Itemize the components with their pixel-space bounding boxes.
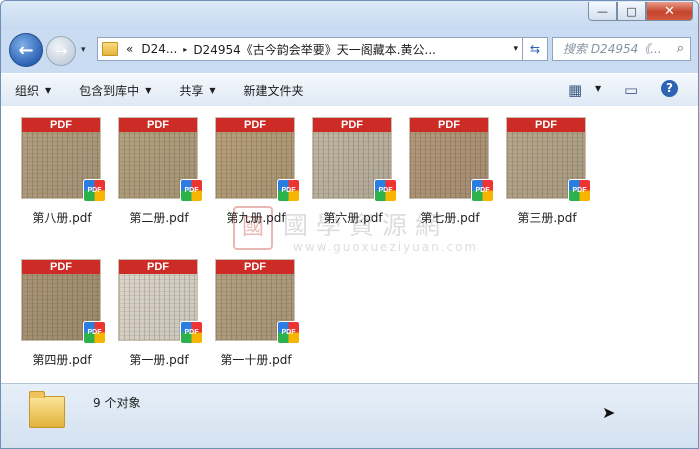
pdf-app-icon: PDF (83, 321, 106, 344)
new-folder-label: 新建文件夹 (243, 83, 304, 98)
explorer-window: — □ ✕ ← → ▾ « D24... ▸ D24954《古今韵会举要》天一阁… (0, 0, 699, 449)
file-item[interactable]: PDF PDF 第九册.pdf (210, 112, 302, 227)
pdf-band: PDF (410, 118, 488, 132)
preview-pane-icon[interactable]: ▭ (624, 81, 638, 99)
file-name[interactable]: 第四册.pdf (6, 351, 118, 368)
file-name[interactable]: 第一册.pdf (103, 351, 215, 368)
pdf-band: PDF (313, 118, 391, 132)
details-pane: 9 个对象 ➤ (1, 383, 698, 448)
pdf-app-icon: PDF (471, 179, 494, 202)
file-item[interactable]: PDF PDF 第七册.pdf (404, 112, 496, 227)
navigation-bar: ← → ▾ « D24... ▸ D24954《古今韵会举要》天一阁藏本.黄公.… (1, 29, 698, 71)
help-icon[interactable]: ? (661, 80, 678, 97)
pdf-app-icon: PDF (277, 179, 300, 202)
file-item[interactable]: PDF PDF 第六册.pdf (307, 112, 399, 227)
include-in-library-menu[interactable]: 包含到库中 ▼ (79, 82, 151, 99)
change-view-icon[interactable]: ▦ (568, 81, 582, 99)
title-bar: — □ ✕ (1, 1, 698, 29)
include-library-label: 包含到库中 (79, 83, 140, 98)
file-name[interactable]: 第二册.pdf (103, 209, 215, 226)
share-menu[interactable]: 共享 ▼ (179, 82, 215, 99)
watermark-url: www.guoxueziyuan.com (293, 240, 479, 254)
folder-icon (29, 391, 65, 428)
pdf-band: PDF (22, 118, 100, 132)
pdf-band: PDF (507, 118, 585, 132)
address-dropdown-icon[interactable]: ▾ (513, 44, 518, 54)
pdf-band: PDF (216, 118, 294, 132)
search-box[interactable]: ⌕ (552, 37, 691, 61)
pdf-band: PDF (119, 260, 197, 274)
pdf-band: PDF (216, 260, 294, 274)
back-button[interactable]: ← (9, 33, 43, 67)
close-button[interactable]: ✕ (646, 2, 693, 21)
search-input[interactable] (561, 41, 675, 57)
organize-menu[interactable]: 组织 ▼ (15, 82, 51, 99)
file-item[interactable]: PDF PDF 第一十册.pdf (210, 254, 302, 369)
file-item[interactable]: PDF PDF 第三册.pdf (501, 112, 593, 227)
pdf-band: PDF (119, 118, 197, 132)
chevron-down-icon: ▼ (209, 85, 216, 95)
command-toolbar: 组织 ▼ 包含到库中 ▼ 共享 ▼ 新建文件夹 ▦ ▼ ▭ ? (1, 73, 698, 107)
recent-pages-dropdown[interactable]: ▾ (81, 45, 91, 55)
minimize-button[interactable]: — (588, 2, 617, 21)
breadcrumb-current[interactable]: D24954《古今韵会举要》天一阁藏本.黄公... (193, 41, 436, 58)
forward-button[interactable]: → (46, 36, 76, 66)
file-item[interactable]: PDF PDF 第八册.pdf (16, 112, 108, 227)
breadcrumb-separator-icon[interactable]: ▸ (183, 45, 187, 54)
new-folder-button[interactable]: 新建文件夹 (244, 82, 304, 99)
address-bar[interactable]: « D24... ▸ D24954《古今韵会举要》天一阁藏本.黄公... ▾ (97, 37, 523, 61)
file-name[interactable]: 第六册.pdf (297, 209, 409, 226)
folder-icon (102, 42, 118, 56)
file-name[interactable]: 第七册.pdf (394, 209, 506, 226)
file-item[interactable]: PDF PDF 第四册.pdf (16, 254, 108, 369)
pdf-app-icon: PDF (277, 321, 300, 344)
chevron-down-icon: ▼ (145, 85, 152, 95)
file-item[interactable]: PDF PDF 第一册.pdf (113, 254, 205, 369)
mouse-cursor-icon: ➤ (602, 403, 616, 422)
file-list[interactable]: 國 國學資源網 www.guoxueziyuan.com PDF PDF 第八册… (1, 106, 698, 383)
file-name[interactable]: 第一十册.pdf (200, 351, 312, 368)
view-options-dropdown[interactable]: ▼ (595, 84, 601, 93)
breadcrumb-parent[interactable]: D24... (141, 42, 177, 56)
chevron-down-icon: ▼ (45, 85, 52, 95)
window-controls: — □ ✕ (588, 2, 693, 21)
item-count: 9 个对象 (93, 396, 141, 410)
pdf-app-icon: PDF (180, 321, 203, 344)
pdf-band: PDF (22, 260, 100, 274)
breadcrumb-overflow[interactable]: « (126, 42, 133, 56)
pdf-app-icon: PDF (568, 179, 591, 202)
file-name[interactable]: 第九册.pdf (200, 209, 312, 226)
share-label: 共享 (179, 83, 204, 98)
refresh-button[interactable]: ⇆ (522, 37, 548, 61)
pdf-app-icon: PDF (83, 179, 106, 202)
pdf-app-icon: PDF (180, 179, 203, 202)
file-name[interactable]: 第三册.pdf (491, 209, 603, 226)
organize-label: 组织 (15, 83, 40, 98)
pdf-app-icon: PDF (374, 179, 397, 202)
file-name[interactable]: 第八册.pdf (6, 209, 118, 226)
maximize-button[interactable]: □ (617, 2, 646, 21)
file-item[interactable]: PDF PDF 第二册.pdf (113, 112, 205, 227)
search-icon[interactable]: ⌕ (677, 41, 684, 56)
